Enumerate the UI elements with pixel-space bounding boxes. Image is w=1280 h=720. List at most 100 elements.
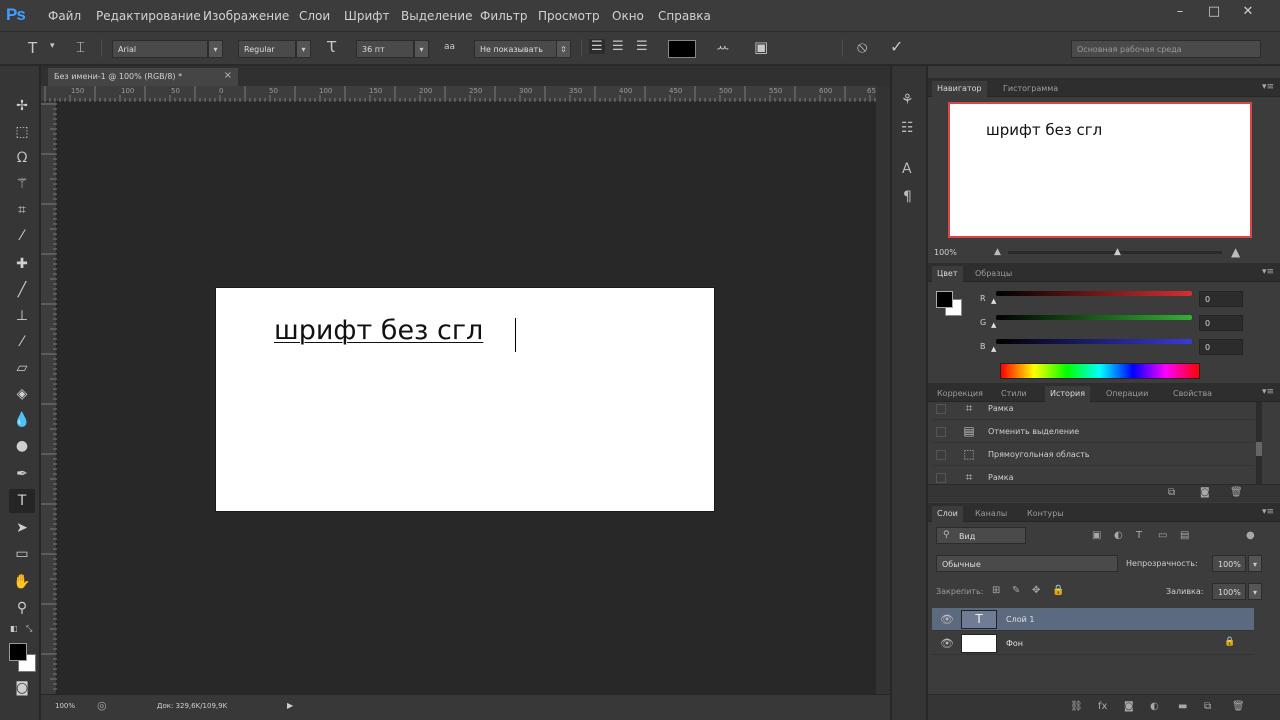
commit-edit-icon[interactable]: ✓ — [890, 37, 903, 56]
delete-layer-icon[interactable]: 🗑 — [1232, 701, 1245, 712]
blue-value-field[interactable]: 0 — [1199, 339, 1243, 355]
color-fg-swatch[interactable] — [936, 291, 953, 308]
align-center-icon[interactable]: ☰ — [612, 39, 624, 54]
font-style-dropdown[interactable]: ▾ — [296, 40, 311, 58]
history-snapshot-checkbox[interactable] — [936, 450, 946, 460]
layer-row-selected[interactable]: 👁 T Слой 1 — [932, 608, 1254, 631]
layer-style-icon[interactable]: fx — [1098, 701, 1107, 712]
new-snapshot-icon[interactable]: ◙ — [1200, 487, 1210, 498]
clone-stamp-tool-icon[interactable]: ⊥ — [9, 304, 35, 328]
history-brush-tool-icon[interactable]: ⁄ — [9, 330, 35, 354]
lock-all-icon[interactable]: 🔒 — [1052, 585, 1064, 596]
character-panel-icon[interactable]: A — [902, 161, 912, 177]
default-colors-icon[interactable]: ◧ — [10, 624, 18, 633]
panel-menu-icon[interactable]: ▾≡ — [1262, 507, 1274, 517]
close-window-button[interactable]: ✕ — [1235, 4, 1261, 20]
lasso-tool-icon[interactable]: ᘯ — [9, 146, 35, 170]
eraser-tool-icon[interactable]: ▱ — [9, 356, 35, 380]
slider-thumb[interactable]: ▲ — [991, 321, 996, 329]
cancel-edit-icon[interactable]: ⦸ — [857, 37, 867, 57]
opacity-field[interactable]: 100% — [1212, 555, 1246, 572]
menu-select[interactable]: Выделение — [401, 9, 472, 23]
vertical-scrollbar[interactable] — [876, 86, 890, 694]
marquee-tool-icon[interactable]: ⬚ — [9, 120, 35, 144]
tab-navigator[interactable]: Навигатор — [932, 81, 987, 97]
new-layer-icon[interactable]: ⧉ — [1204, 701, 1211, 712]
foreground-color-swatch[interactable] — [9, 643, 27, 661]
document-text-layer[interactable]: шрифт без сгл — [274, 315, 483, 346]
history-item[interactable]: ⬚ Прямоугольная область — [932, 444, 1254, 466]
dodge-tool-icon[interactable]: ● — [9, 434, 35, 458]
quick-mask-icon[interactable]: ◙ — [9, 676, 35, 700]
new-group-icon[interactable]: ▬ — [1178, 701, 1187, 712]
link-layers-icon[interactable]: ⛓ — [1070, 701, 1083, 712]
blue-channel-slider[interactable] — [996, 339, 1192, 344]
add-mask-icon[interactable]: ◙ — [1124, 701, 1134, 712]
red-value-field[interactable]: 0 — [1199, 291, 1243, 307]
fill-dropdown[interactable]: ▾ — [1248, 583, 1262, 600]
preset-dropdown-icon[interactable]: ▾ — [50, 41, 55, 51]
zoom-out-icon[interactable]: ▲ — [994, 247, 1001, 257]
navigator-preview[interactable]: шрифт без сгл — [948, 102, 1252, 238]
history-item[interactable]: ⌗ Рамка — [932, 398, 1254, 420]
slider-thumb[interactable]: ▲ — [991, 297, 996, 305]
maximize-button[interactable]: □ — [1201, 4, 1227, 20]
antialias-field[interactable]: Не показывать — [474, 40, 558, 58]
hand-tool-icon[interactable]: ✋ — [9, 570, 35, 594]
menu-view[interactable]: Просмотр — [538, 9, 600, 23]
menu-help[interactable]: Справка — [658, 9, 711, 23]
align-left-icon[interactable]: ☰ — [589, 39, 605, 54]
menu-edit[interactable]: Редактирование — [96, 9, 201, 23]
tab-channels[interactable]: Каналы — [970, 506, 1012, 522]
filter-pixel-icon[interactable]: ▣ — [1092, 530, 1101, 541]
adjustments-panel-icon[interactable]: ☷ — [901, 120, 914, 136]
opacity-dropdown[interactable]: ▾ — [1248, 555, 1262, 572]
menu-image[interactable]: Изображение — [203, 9, 289, 23]
font-size-field[interactable]: 36 пт — [356, 40, 414, 58]
font-family-field[interactable]: Arial — [112, 40, 208, 58]
navigator-zoom[interactable]: 100% — [934, 248, 957, 257]
move-tool-icon[interactable]: ✢ — [9, 94, 35, 118]
blend-mode-select[interactable]: Обычные — [936, 555, 1118, 572]
eyedropper-tool-icon[interactable]: ⁄ — [9, 224, 35, 248]
warp-text-icon[interactable]: ꕀ — [716, 38, 730, 56]
lock-transparency-icon[interactable]: ⊞ — [992, 585, 1000, 596]
align-right-icon[interactable]: ☰ — [636, 39, 648, 54]
font-style-field[interactable]: Regular — [238, 40, 296, 58]
magic-wand-tool-icon[interactable]: ⚚ — [9, 172, 35, 196]
status-menu-arrow[interactable]: ▶ — [287, 701, 293, 710]
tab-swatches[interactable]: Образцы — [970, 266, 1017, 282]
text-orientation-icon[interactable]: ⌶ — [76, 38, 85, 56]
fill-field[interactable]: 100% — [1212, 583, 1246, 600]
visibility-eye-icon[interactable]: 👁 — [940, 613, 954, 626]
tab-layers[interactable]: Слои — [932, 506, 963, 522]
new-document-from-state-icon[interactable]: ⧉ — [1168, 487, 1175, 498]
history-panel-icon[interactable]: ⚘ — [901, 92, 914, 108]
antialias-dropdown[interactable]: ⇕ — [556, 40, 571, 58]
text-color-swatch[interactable] — [668, 40, 696, 58]
history-snapshot-checkbox[interactable] — [936, 427, 946, 437]
menu-window[interactable]: Окно — [612, 9, 644, 23]
pen-tool-icon[interactable]: ✒ — [9, 462, 35, 486]
filter-type-icon[interactable]: T — [1136, 530, 1142, 541]
type-tool-icon[interactable]: T — [9, 489, 35, 513]
font-family-dropdown[interactable]: ▾ — [208, 40, 223, 58]
zoom-level[interactable]: 100% — [55, 702, 75, 710]
filter-smart-object-icon[interactable]: ▤ — [1180, 530, 1189, 541]
filter-adjustment-icon[interactable]: ◐ — [1114, 530, 1123, 541]
layer-name[interactable]: Слой 1 — [1006, 615, 1034, 624]
green-channel-slider[interactable] — [996, 315, 1192, 320]
healing-brush-tool-icon[interactable]: ✚ — [9, 252, 35, 276]
brush-tool-icon[interactable]: ╱ — [9, 278, 35, 302]
zoom-in-icon[interactable]: ▲ — [1231, 245, 1240, 259]
paragraph-panel-icon[interactable]: ¶ — [903, 189, 912, 205]
tab-histogram[interactable]: Гистограмма — [998, 81, 1063, 97]
lock-pixels-icon[interactable]: ✎ — [1012, 585, 1020, 596]
path-selection-tool-icon[interactable]: ➤ — [9, 516, 35, 540]
minimize-button[interactable]: – — [1167, 4, 1193, 20]
filter-toggle-icon[interactable]: ● — [1246, 530, 1255, 541]
history-snapshot-checkbox[interactable] — [936, 473, 946, 483]
menu-file[interactable]: Файл — [48, 9, 81, 23]
tab-color[interactable]: Цвет — [932, 266, 963, 282]
adjustment-layer-icon[interactable]: ◐ — [1150, 701, 1159, 712]
